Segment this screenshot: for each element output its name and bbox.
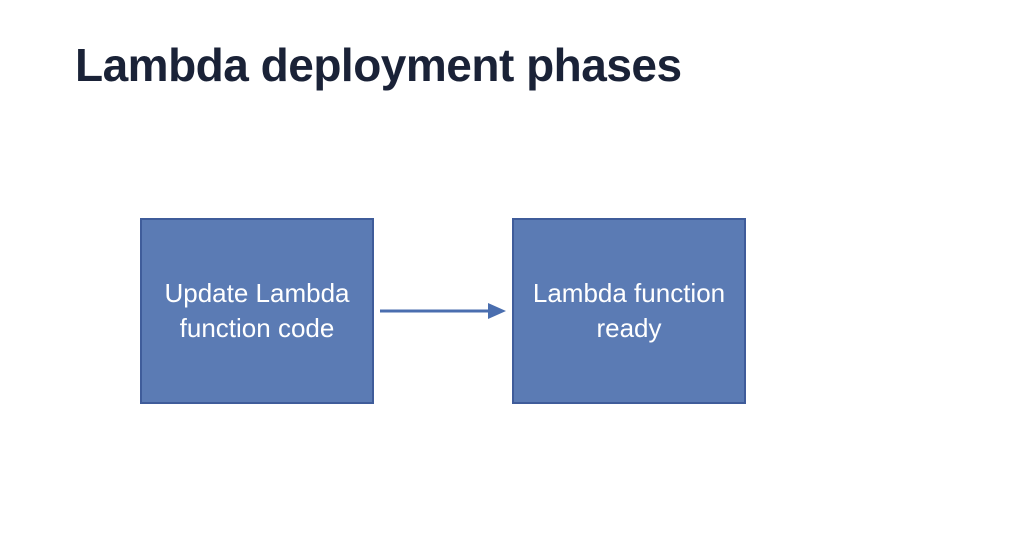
- phase-box-function-ready-label: Lambda function ready: [530, 276, 728, 346]
- phase-box-function-ready: Lambda function ready: [512, 218, 746, 404]
- arrow-right-icon: [374, 291, 512, 331]
- phase-box-update-code-label: Update Lambda function code: [158, 276, 356, 346]
- phase-box-update-code: Update Lambda function code: [140, 218, 374, 404]
- slide-title: Lambda deployment phases: [75, 38, 682, 92]
- deployment-diagram: Update Lambda function code Lambda funct…: [140, 218, 746, 404]
